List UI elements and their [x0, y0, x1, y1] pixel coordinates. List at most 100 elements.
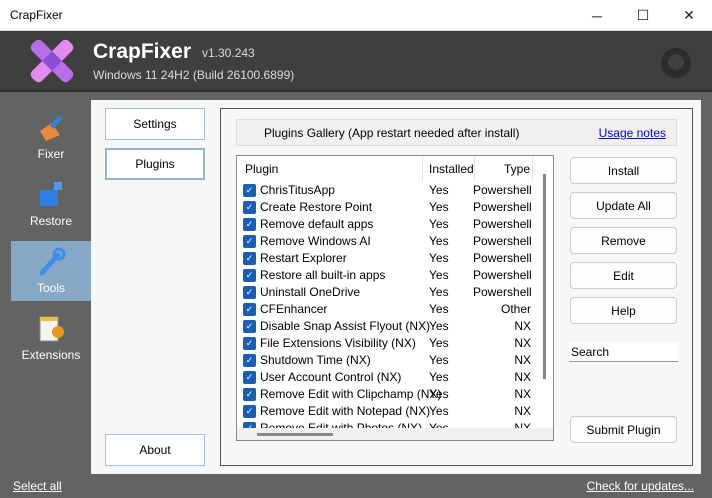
checkbox[interactable]: ✓ [243, 201, 256, 214]
installed-status: Yes [429, 183, 449, 197]
checkbox[interactable]: ✓ [243, 286, 256, 299]
sidebar-item-restore[interactable]: Restore [11, 174, 91, 234]
checkbox[interactable]: ✓ [243, 235, 256, 248]
plugin-name: Restore all built-in apps [260, 268, 386, 282]
submit-plugin-button[interactable]: Submit Plugin [570, 416, 677, 443]
sidebar-label: Fixer [37, 147, 65, 161]
table-row[interactable]: ✓ Remove Windows AI Yes Powershell [237, 233, 537, 250]
installed-status: Yes [429, 404, 449, 418]
installed-status: Yes [429, 217, 449, 231]
install-button[interactable]: Install [570, 157, 677, 184]
github-icon[interactable] [660, 47, 692, 79]
plugin-type: Other [500, 302, 531, 316]
plugin-type: Powershell [473, 285, 532, 299]
installed-status: Yes [429, 336, 449, 350]
horizontal-scrollbar[interactable] [237, 428, 553, 440]
checkbox[interactable]: ✓ [243, 337, 256, 350]
plugin-type: Powershell [473, 217, 532, 231]
table-row[interactable]: ✓ Shutdown Time (NX) Yes NX [237, 352, 537, 369]
plugin-name: Remove Edit with Notepad (NX) [260, 404, 431, 418]
checkbox[interactable]: ✓ [243, 405, 256, 418]
installed-status: Yes [429, 319, 449, 333]
table-row[interactable]: ✓ Remove Edit with Notepad (NX) Yes NX [237, 403, 537, 420]
table-row[interactable]: ✓ Uninstall OneDrive Yes Powershell [237, 284, 537, 301]
help-button[interactable]: Help [570, 297, 677, 324]
search-input[interactable] [569, 342, 678, 362]
plugin-name: File Extensions Visibility (NX) [260, 336, 416, 350]
plugin-type: NX [514, 370, 531, 384]
table-row[interactable]: ✓ ChrisTitusApp Yes Powershell [237, 182, 537, 199]
checkbox[interactable]: ✓ [243, 354, 256, 367]
maximize-button[interactable]: ☐ [620, 0, 666, 31]
installed-status: Yes [429, 200, 449, 214]
checkbox[interactable]: ✓ [243, 218, 256, 231]
wrench-icon [39, 247, 66, 276]
checkbox[interactable]: ✓ [243, 371, 256, 384]
plugin-name: Shutdown Time (NX) [260, 353, 371, 367]
installed-status: Yes [429, 251, 449, 265]
column-header-type[interactable]: Type [475, 156, 533, 182]
sidebar-label: Extensions [21, 348, 81, 362]
checkbox[interactable]: ✓ [243, 320, 256, 333]
sidebar-item-extensions[interactable]: Extensions [11, 308, 91, 368]
plugin-type: Powershell [473, 268, 532, 282]
minimize-button[interactable]: ─ [574, 0, 620, 31]
app-version: v1.30.243 [202, 46, 255, 60]
usage-notes-link[interactable]: Usage notes [599, 126, 666, 140]
table-row[interactable]: ✓ Remove Edit with Clipchamp (NX) Yes NX [237, 386, 537, 403]
table-row[interactable]: ✓ Create Restore Point Yes Powershell [237, 199, 537, 216]
plugin-name: CFEnhancer [260, 302, 328, 316]
checkbox[interactable]: ✓ [243, 388, 256, 401]
registry-cubes-icon [40, 182, 62, 206]
column-header-installed[interactable]: Installed [423, 156, 475, 182]
plugin-name: Restart Explorer [260, 251, 347, 265]
plugin-type: Powershell [473, 251, 532, 265]
about-button[interactable]: About [105, 434, 205, 466]
gallery-title: Plugins Gallery (App restart needed afte… [264, 126, 520, 140]
plugin-type: NX [514, 404, 531, 418]
table-row[interactable]: ✓ Restart Explorer Yes Powershell [237, 250, 537, 267]
plugin-type: Powershell [473, 183, 532, 197]
table-row[interactable]: ✓ Disable Snap Assist Flyout (NX) Yes NX [237, 318, 537, 335]
plugin-type: NX [514, 336, 531, 350]
plugin-type: NX [514, 353, 531, 367]
bandage-logo-icon [30, 39, 74, 83]
plugins-button[interactable]: Plugins [105, 148, 205, 180]
checkbox[interactable]: ✓ [243, 184, 256, 197]
installed-status: Yes [429, 268, 449, 282]
table-row[interactable]: ✓ Restore all built-in apps Yes Powershell [237, 267, 537, 284]
window-title: CrapFixer [10, 8, 63, 22]
checkbox[interactable]: ✓ [243, 303, 256, 316]
plugin-name: Remove default apps [260, 217, 374, 231]
remove-button[interactable]: Remove [570, 227, 677, 254]
plugin-name: User Account Control (NX) [260, 370, 402, 384]
column-header-plugin[interactable]: Plugin [237, 156, 423, 182]
settings-button[interactable]: Settings [105, 108, 205, 140]
sidebar-item-fixer[interactable]: Fixer [11, 107, 91, 167]
plugin-name: Uninstall OneDrive [260, 285, 361, 299]
vertical-scrollbar[interactable] [543, 174, 546, 379]
table-row[interactable]: ✓ File Extensions Visibility (NX) Yes NX [237, 335, 537, 352]
title-bar: CrapFixer ─ ☐ ✕ [0, 0, 712, 31]
plugin-type: Powershell [473, 200, 532, 214]
table-row[interactable]: ✓ User Account Control (NX) Yes NX [237, 369, 537, 386]
installed-status: Yes [429, 285, 449, 299]
table-row[interactable]: ✓ Remove default apps Yes Powershell [237, 216, 537, 233]
check-updates-link[interactable]: Check for updates... [587, 479, 694, 493]
app-header: CrapFixer v1.30.243 Windows 11 24H2 (Bui… [0, 31, 712, 92]
update-all-button[interactable]: Update All [570, 192, 677, 219]
plugins-list[interactable]: Plugin Installed Type ✓ ChrisTitusApp Yes P… [236, 155, 554, 441]
checkbox[interactable]: ✓ [243, 269, 256, 282]
plugin-name: Remove Windows AI [260, 234, 371, 248]
edit-button[interactable]: Edit [570, 262, 677, 289]
plugin-name: Disable Snap Assist Flyout (NX) [260, 319, 431, 333]
checkbox[interactable]: ✓ [243, 252, 256, 265]
table-row[interactable]: ✓ CFEnhancer Yes Other [237, 301, 537, 318]
notepad-gear-icon [39, 316, 64, 342]
close-button[interactable]: ✕ [666, 0, 712, 31]
select-all-link[interactable]: Select all [13, 479, 62, 493]
plugin-type: Powershell [473, 234, 532, 248]
sidebar-item-tools[interactable]: Tools [11, 241, 91, 301]
plugin-name: Remove Edit with Clipchamp (NX) [260, 387, 442, 401]
plugin-type: NX [514, 387, 531, 401]
